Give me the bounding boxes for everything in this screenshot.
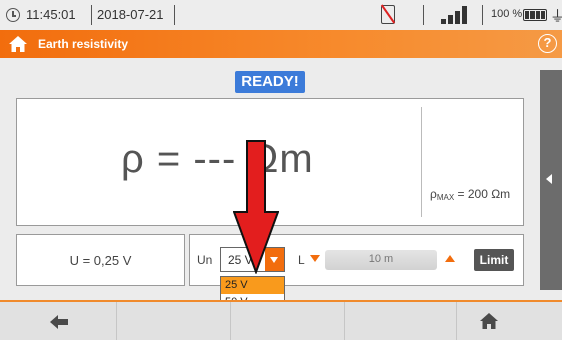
- rho-max-readout: ρMAX = 200 Ωm: [430, 187, 511, 202]
- status-time: 11:45:01: [26, 7, 76, 22]
- rho-max-symbol: ρ: [430, 187, 437, 201]
- status-divider: [91, 5, 92, 25]
- status-date: 2018-07-21: [97, 7, 164, 22]
- page-title: Earth resistivity: [38, 37, 129, 51]
- distance-value: 10 m: [368, 253, 394, 265]
- nav-slot[interactable]: [345, 302, 457, 340]
- status-divider: [423, 5, 424, 25]
- distance-stepper[interactable]: 10 m: [310, 248, 460, 272]
- status-badge: READY!: [235, 71, 305, 93]
- nav-slot[interactable]: [231, 302, 345, 340]
- un-label: Un: [197, 253, 213, 267]
- limit-button[interactable]: Limit: [474, 249, 514, 271]
- plug-icon: ⏚: [550, 8, 562, 25]
- signal-icon: [441, 6, 473, 24]
- battery-percent: 100 %: [491, 8, 523, 20]
- dropdown-option[interactable]: 25 V: [221, 277, 284, 294]
- increase-icon[interactable]: [445, 255, 455, 262]
- rho-max-value: = 200 Ωm: [454, 187, 511, 201]
- distance-track[interactable]: 10 m: [325, 250, 437, 270]
- annotation-arrow: [233, 140, 279, 274]
- rho-max-subscript: MAX: [436, 193, 455, 202]
- arrow-left-icon: [546, 174, 552, 184]
- voltage-readout: U = 0,25 V: [69, 253, 132, 268]
- divider: [421, 107, 422, 217]
- home-icon: [480, 313, 498, 329]
- voltage-readout-box: U = 0,25 V: [16, 234, 185, 286]
- battery-icon: [523, 9, 547, 21]
- home-icon[interactable]: [8, 35, 28, 53]
- status-bar: 11:45:01 2018-07-21 100 % ⏚: [0, 0, 562, 30]
- nav-home-button[interactable]: [457, 302, 562, 340]
- bottom-nav: [0, 300, 562, 340]
- nav-slot[interactable]: [117, 302, 231, 340]
- decrease-icon[interactable]: [310, 255, 320, 262]
- status-divider: [174, 5, 175, 25]
- resistivity-value: ρ = --- Ωm: [121, 137, 314, 181]
- status-divider: [482, 5, 483, 25]
- clock-icon: [6, 8, 20, 22]
- nav-back-button[interactable]: [0, 302, 117, 340]
- l-label: L: [298, 253, 305, 267]
- side-panel-tab[interactable]: [540, 70, 562, 290]
- title-bar: Earth resistivity ?: [0, 30, 562, 58]
- help-icon[interactable]: ?: [538, 34, 557, 53]
- no-sim-icon: [381, 5, 395, 24]
- arrow-shape: [233, 140, 279, 274]
- back-arrow-icon: [50, 315, 68, 329]
